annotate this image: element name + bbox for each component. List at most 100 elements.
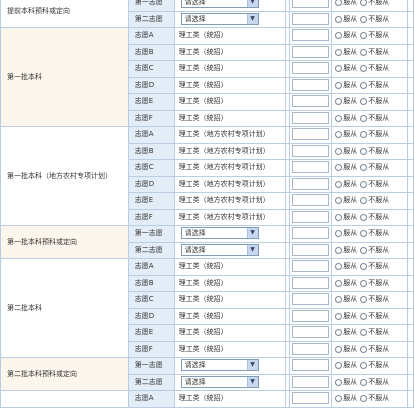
disagree-radio[interactable]: [360, 0, 368, 6]
agree-radio[interactable]: [335, 164, 343, 171]
agree-radio[interactable]: [335, 147, 343, 155]
adjust-radio-group: 服从 不服从: [331, 208, 409, 226]
disagree-radio[interactable]: [360, 81, 368, 89]
agree-radio[interactable]: [335, 246, 343, 254]
score-input[interactable]: [292, 392, 330, 405]
agree-radio[interactable]: [335, 197, 343, 204]
disagree-radio[interactable]: [360, 263, 368, 270]
choice-select[interactable]: 请选择 ▼: [180, 227, 259, 240]
disagree-radio[interactable]: [360, 164, 368, 171]
score-input[interactable]: [292, 144, 330, 157]
disagree-radio[interactable]: [360, 180, 368, 188]
score-input[interactable]: [292, 177, 330, 190]
score-input[interactable]: [292, 342, 330, 355]
major-category-text: 理工类（统招）: [178, 97, 228, 106]
choice-select-cell: 请选择 ▼: [173, 225, 287, 243]
disagree-radio[interactable]: [360, 15, 368, 23]
chevron-down-icon[interactable]: ▼: [246, 360, 258, 371]
agree-radio[interactable]: [335, 296, 343, 303]
agree-radio[interactable]: [335, 114, 343, 122]
score-input[interactable]: [292, 276, 330, 289]
agree-radio[interactable]: [335, 279, 343, 287]
score-cell: [289, 43, 333, 61]
disagree-radio[interactable]: [360, 230, 368, 237]
score-input[interactable]: [292, 326, 330, 339]
agree-radio[interactable]: [335, 98, 343, 105]
chevron-down-icon[interactable]: ▼: [246, 0, 258, 8]
chevron-down-icon[interactable]: ▼: [246, 244, 258, 255]
edge-cell: [407, 373, 414, 391]
score-input[interactable]: [292, 227, 330, 240]
agree-radio[interactable]: [335, 230, 343, 237]
score-input[interactable]: [292, 95, 330, 108]
score-cell: [289, 109, 333, 127]
major-category-cell: 理工类（统招）: [173, 60, 287, 78]
score-input[interactable]: [292, 194, 330, 207]
score-input[interactable]: [292, 12, 330, 25]
score-input[interactable]: [292, 293, 330, 306]
disagree-radio[interactable]: [360, 329, 368, 336]
chevron-down-icon[interactable]: ▼: [246, 228, 258, 239]
score-input[interactable]: [292, 45, 330, 58]
score-cell: [289, 10, 333, 28]
disagree-radio[interactable]: [360, 279, 368, 287]
disagree-radio[interactable]: [360, 362, 368, 369]
choice-select[interactable]: 请选择 ▼: [180, 359, 259, 372]
agree-radio[interactable]: [335, 32, 343, 39]
adjust-radio-group: 服从 不服从: [331, 324, 409, 342]
choice-select[interactable]: 请选择 ▼: [180, 375, 259, 388]
choice-label: 志愿B: [127, 274, 175, 292]
disagree-radio[interactable]: [360, 65, 368, 72]
disagree-radio[interactable]: [360, 378, 368, 386]
agree-radio[interactable]: [335, 345, 343, 353]
disagree-label: 不服从: [368, 394, 390, 402]
agree-radio[interactable]: [335, 0, 343, 6]
agree-radio[interactable]: [335, 213, 343, 221]
choice-select[interactable]: 请选择 ▼: [180, 12, 259, 25]
agree-radio[interactable]: [335, 329, 343, 336]
disagree-radio[interactable]: [360, 114, 368, 122]
disagree-radio[interactable]: [360, 246, 368, 254]
agree-radio[interactable]: [335, 378, 343, 386]
disagree-radio[interactable]: [360, 395, 368, 402]
disagree-radio[interactable]: [360, 147, 368, 155]
score-input[interactable]: [292, 111, 330, 124]
agree-radio[interactable]: [335, 65, 343, 72]
score-input[interactable]: [292, 128, 330, 141]
chevron-down-icon[interactable]: ▼: [246, 376, 258, 387]
agree-radio[interactable]: [335, 180, 343, 188]
disagree-radio[interactable]: [360, 131, 368, 138]
chevron-down-icon[interactable]: ▼: [246, 13, 258, 24]
agree-radio[interactable]: [335, 312, 343, 320]
choice-select[interactable]: 请选择 ▼: [180, 0, 259, 9]
disagree-radio[interactable]: [360, 345, 368, 353]
score-input[interactable]: [292, 260, 330, 273]
score-cell: [289, 357, 333, 375]
disagree-radio[interactable]: [360, 197, 368, 204]
score-input[interactable]: [292, 243, 330, 256]
score-input[interactable]: [292, 359, 330, 372]
disagree-radio[interactable]: [360, 48, 368, 56]
score-input[interactable]: [292, 161, 330, 174]
agree-radio[interactable]: [335, 81, 343, 89]
score-input[interactable]: [292, 210, 330, 223]
agree-radio[interactable]: [335, 395, 343, 402]
agree-radio[interactable]: [335, 362, 343, 369]
choice-select[interactable]: 请选择 ▼: [180, 243, 259, 256]
score-input[interactable]: [292, 309, 330, 322]
score-input[interactable]: [292, 62, 330, 75]
score-input[interactable]: [292, 0, 330, 9]
disagree-radio[interactable]: [360, 98, 368, 105]
disagree-radio[interactable]: [360, 213, 368, 221]
agree-radio[interactable]: [335, 131, 343, 138]
score-input[interactable]: [292, 375, 330, 388]
score-input[interactable]: [292, 78, 330, 91]
disagree-radio[interactable]: [360, 32, 368, 39]
agree-radio[interactable]: [335, 48, 343, 56]
agree-radio[interactable]: [335, 263, 343, 270]
score-input[interactable]: [292, 29, 330, 42]
disagree-radio[interactable]: [360, 296, 368, 303]
agree-radio[interactable]: [335, 15, 343, 23]
adjust-radio-group: 服从 不服从: [331, 10, 409, 28]
disagree-radio[interactable]: [360, 312, 368, 320]
